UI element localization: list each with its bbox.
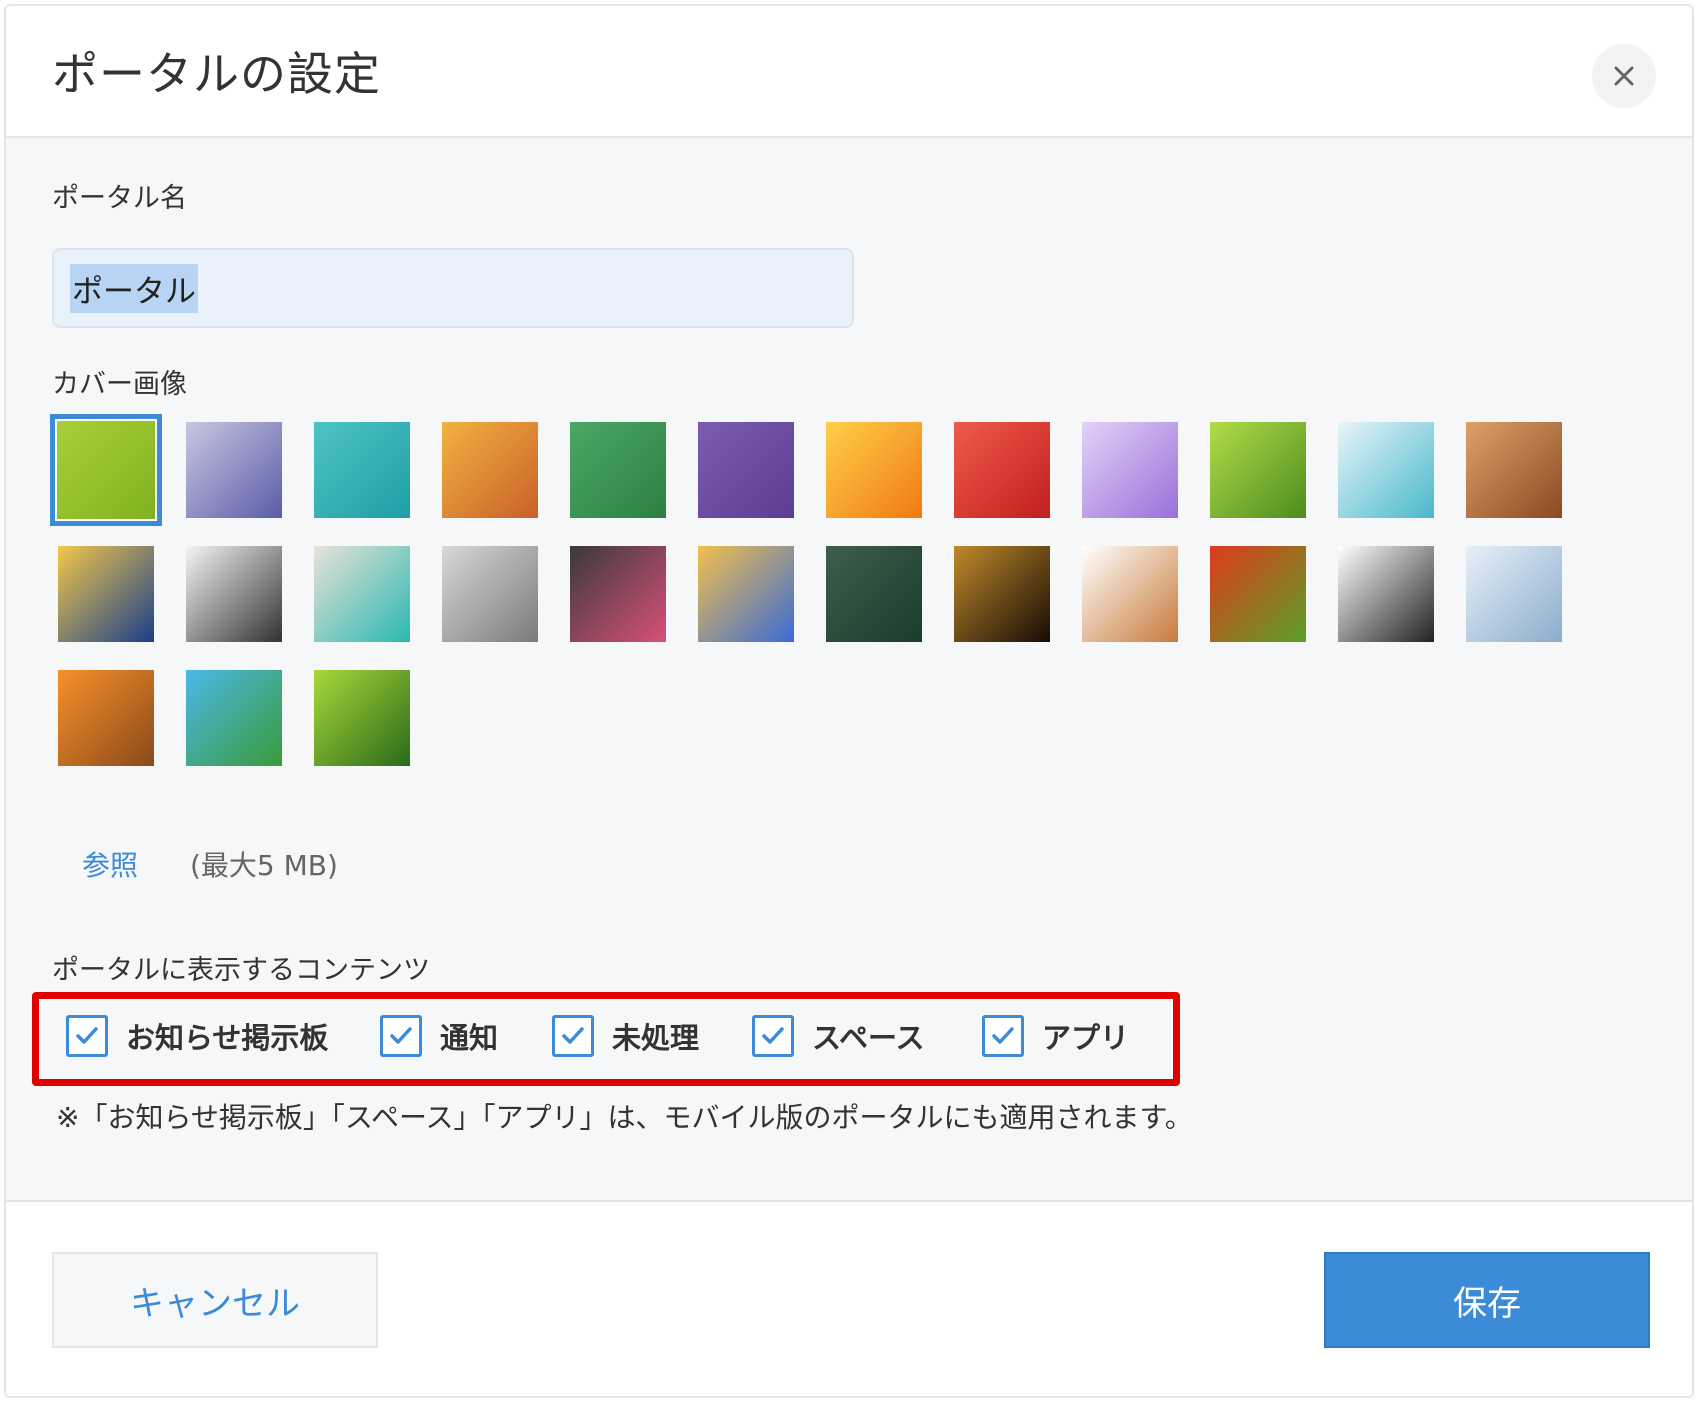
cover-thumbnail-image	[1466, 546, 1562, 642]
cover-thumbnail-image	[58, 670, 154, 766]
cover-thumbnail-image	[954, 422, 1050, 518]
cover-thumbnail-image	[1210, 422, 1306, 518]
cover-thumbnail-bamboo[interactable]	[314, 670, 410, 766]
cover-thumbnail-image	[826, 546, 922, 642]
cover-thumbnail-lime-green[interactable]	[50, 414, 162, 526]
portal-name-input[interactable]: ポータル	[52, 248, 854, 328]
cover-thumbnail-image	[1210, 546, 1306, 642]
cover-thumbnail-green-leaf[interactable]	[1210, 422, 1306, 518]
checkbox-box[interactable]	[552, 1015, 594, 1057]
cover-thumbnail-woven-wood[interactable]	[1466, 422, 1562, 518]
cover-image-label: カバー画像	[52, 369, 187, 400]
portal-name-label: ポータル名	[52, 183, 187, 214]
checkbox-box[interactable]	[380, 1015, 422, 1057]
cover-thumbnail-mosaic-tiles[interactable]	[58, 546, 154, 642]
cover-thumbnail-chalk-doodles[interactable]	[570, 546, 666, 642]
browse-link[interactable]: 参照	[82, 844, 138, 884]
cover-thumbnail-snowy-trees[interactable]	[1466, 546, 1562, 642]
cover-thumbnail-image	[570, 546, 666, 642]
cover-thumbnail-image	[1082, 546, 1178, 642]
checkbox-box[interactable]	[752, 1015, 794, 1057]
checkbox-label: お知らせ掲示板	[126, 1021, 329, 1055]
checkbox-box[interactable]	[66, 1015, 108, 1057]
cover-thumbnail-bell-peppers[interactable]	[1210, 546, 1306, 642]
cover-thumbnail-image	[1466, 422, 1562, 518]
cover-thumbnail-image	[1338, 422, 1434, 518]
checkbox-box[interactable]	[982, 1015, 1024, 1057]
cover-thumbnail-pumpkins[interactable]	[58, 670, 154, 766]
cover-thumbnail-image	[442, 422, 538, 518]
cover-thumbnail-image	[57, 421, 155, 519]
cover-thumbnail-image	[826, 422, 922, 518]
cover-thumbnail-image	[314, 422, 410, 518]
cover-thumbnail-teal-paint[interactable]	[314, 422, 410, 518]
cover-thumbnail-image	[186, 670, 282, 766]
cover-thumbnail-green-texture[interactable]	[570, 422, 666, 518]
checkbox-label: 未処理	[612, 1021, 700, 1055]
dialog-header: ポータルの設定	[6, 6, 1692, 138]
cover-thumbnail-image	[314, 546, 410, 642]
dialog-title: ポータルの設定	[52, 47, 381, 101]
cover-thumbnail-purple-hyacinth[interactable]	[1082, 422, 1178, 518]
cover-thumbnail-image	[186, 422, 282, 518]
cover-thumbnail-red-carnation[interactable]	[954, 422, 1050, 518]
cover-thumbnail-latte-art[interactable]	[1082, 546, 1178, 642]
cover-image-grid	[50, 414, 1598, 782]
cover-thumbnail-orange-texture[interactable]	[442, 422, 538, 518]
checkbox-announcements[interactable]: お知らせ掲示板	[66, 1010, 328, 1062]
mobile-note: ※「お知らせ掲示板」「スペース」「アプリ」は、モバイル版のポータルにも適用されま…	[56, 1101, 1193, 1134]
cover-thumbnail-image	[1338, 546, 1434, 642]
cover-thumbnail-orange-flower[interactable]	[826, 422, 922, 518]
cover-thumbnail-image	[698, 422, 794, 518]
checkmark-icon	[390, 1027, 412, 1044]
portal-contents-label: ポータルに表示するコンテンツ	[52, 955, 430, 986]
checkmark-icon	[992, 1027, 1014, 1044]
cover-thumbnail-image	[186, 546, 282, 642]
cover-thumbnail-compass-map[interactable]	[186, 546, 282, 642]
cover-thumbnail-image	[1082, 422, 1178, 518]
save-button[interactable]: 保存	[1324, 1252, 1650, 1348]
checkbox-label: 通知	[440, 1021, 499, 1055]
close-icon	[1614, 66, 1634, 86]
dialog-footer: キャンセル 保存	[6, 1200, 1692, 1396]
cover-thumbnail-color-pencils[interactable]	[698, 546, 794, 642]
close-button[interactable]	[1592, 44, 1656, 108]
cover-thumbnail-purple-texture[interactable]	[698, 422, 794, 518]
cover-thumbnail-image	[314, 670, 410, 766]
checkbox-apps[interactable]: アプリ	[982, 1010, 1129, 1062]
checkmark-icon	[76, 1027, 98, 1044]
cover-thumbnail-gear-blueprint[interactable]	[442, 546, 538, 642]
checkmark-icon	[562, 1027, 584, 1044]
cancel-button[interactable]: キャンセル	[52, 1252, 378, 1348]
cover-thumbnail-image	[442, 546, 538, 642]
cover-thumbnail-notebooks[interactable]	[314, 546, 410, 642]
cover-thumbnail-image	[954, 546, 1050, 642]
checkbox-label: スペース	[812, 1021, 925, 1055]
checkbox-label: アプリ	[1042, 1021, 1130, 1055]
checkbox-unprocessed[interactable]: 未処理	[552, 1010, 699, 1062]
portal-settings-dialog: ポータルの設定 ポータル名 ポータル カバー画像 参照 (最大5 MB) ポータ…	[4, 4, 1694, 1398]
cover-thumbnail-chalkboard-bulb[interactable]	[826, 546, 922, 642]
checkbox-spaces[interactable]: スペース	[752, 1010, 925, 1062]
max-size-note: (最大5 MB)	[190, 849, 338, 882]
checkmark-icon	[762, 1027, 784, 1044]
cover-thumbnail-cat-and-dog[interactable]	[1338, 546, 1434, 642]
cover-thumbnail-palm-beach[interactable]	[186, 670, 282, 766]
cover-thumbnail-image	[698, 546, 794, 642]
cover-thumbnail-image	[570, 422, 666, 518]
checkbox-notifications[interactable]: 通知	[380, 1010, 498, 1062]
portal-name-value: ポータル	[70, 263, 198, 313]
cover-thumbnail-lavender-gradient[interactable]	[186, 422, 282, 518]
cover-thumbnail-image	[58, 546, 154, 642]
cover-thumbnail-dark-gradient[interactable]	[954, 546, 1050, 642]
cover-thumbnail-blue-blocks[interactable]	[1338, 422, 1434, 518]
